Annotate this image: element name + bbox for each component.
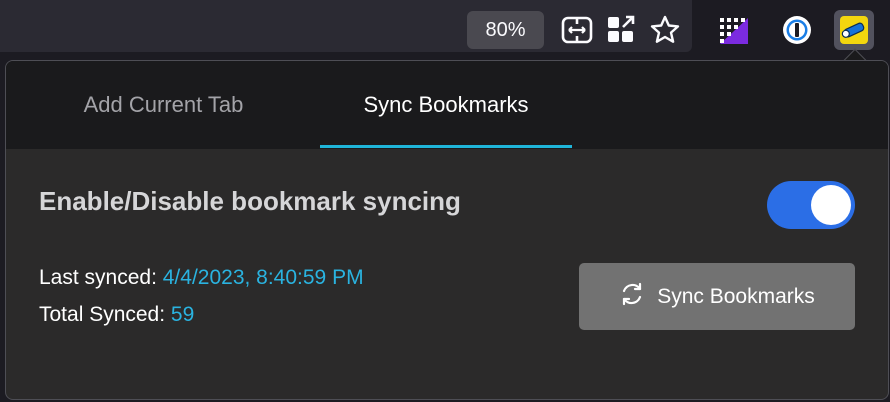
browser-toolbar: 80% (0, 0, 890, 60)
extension-popup: Add Current Tab Sync Bookmarks Enable/Di… (5, 60, 889, 400)
zoom-level-badge[interactable]: 80% (467, 11, 544, 49)
sync-button-label: Sync Bookmarks (657, 284, 815, 308)
password-manager-icon[interactable] (777, 10, 817, 50)
active-tab-indicator (320, 145, 572, 148)
extension-pattern-icon[interactable] (713, 10, 753, 50)
bookmark-star-icon[interactable] (645, 10, 685, 50)
reader-view-icon[interactable] (557, 10, 597, 50)
tab-add-current-tab[interactable]: Add Current Tab (36, 61, 291, 149)
last-synced-value: 4/4/2023, 8:40:59 PM (162, 266, 364, 289)
last-synced-label: Last synced: (39, 266, 157, 289)
sync-bookmarks-button[interactable]: Sync Bookmarks (579, 263, 855, 330)
extensions-grid-icon[interactable] (601, 10, 641, 50)
total-synced-line: Total Synced: 59 (39, 303, 194, 327)
bookmark-sync-extension-icon[interactable] (834, 10, 874, 50)
total-synced-value: 59 (170, 303, 195, 326)
refresh-icon (619, 281, 645, 313)
tab-sync-bookmarks[interactable]: Sync Bookmarks (320, 61, 572, 149)
popup-tab-bar: Add Current Tab Sync Bookmarks (6, 61, 888, 149)
sync-toggle-label: Enable/Disable bookmark syncing (39, 186, 461, 216)
total-synced-label: Total Synced: (39, 303, 166, 326)
sync-toggle-switch[interactable] (767, 181, 855, 229)
toggle-knob (811, 185, 851, 225)
last-synced-line: Last synced: 4/4/2023, 8:40:59 PM (39, 266, 364, 290)
